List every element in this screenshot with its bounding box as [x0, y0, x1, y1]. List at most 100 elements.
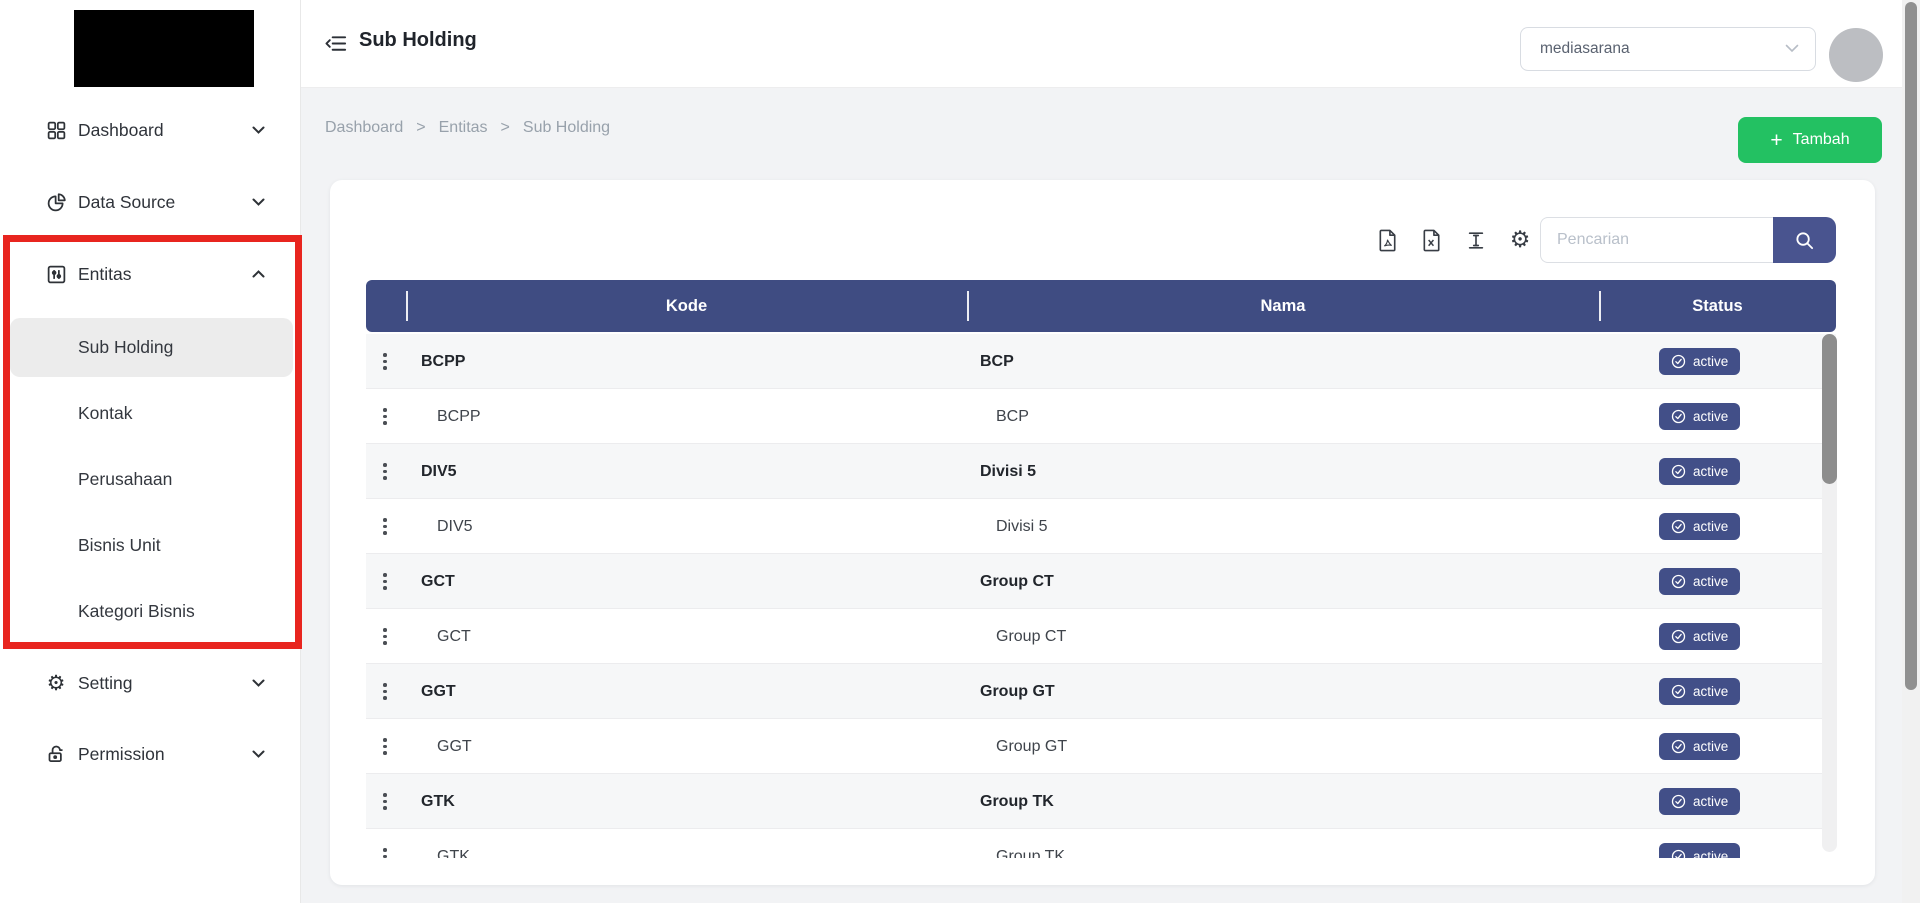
sidebar-collapse-icon[interactable] [325, 32, 349, 56]
page-scrollbar-thumb[interactable] [1905, 2, 1917, 690]
column-header-nama: Nama [967, 280, 1599, 332]
sidebar-subitem-sub-holding[interactable]: Sub Holding [0, 325, 301, 369]
sidebar-item-label: Permission [78, 744, 165, 765]
sidebar-subitem-bisnis-unit[interactable]: Bisnis Unit [0, 523, 301, 567]
check-circle-icon [1671, 739, 1686, 754]
sidebar-item-permission[interactable]: Permission [0, 732, 301, 776]
row-actions-kebab-icon[interactable] [374, 774, 396, 829]
cell-nama: BCP [980, 334, 1014, 389]
row-actions-kebab-icon[interactable] [374, 499, 396, 554]
status-badge: active [1659, 733, 1740, 760]
sliders-icon [44, 262, 68, 286]
cell-nama: Group CT [980, 554, 1054, 609]
row-actions-kebab-icon[interactable] [374, 664, 396, 719]
chevron-up-icon [250, 266, 266, 282]
status-badge-label: active [1693, 794, 1728, 809]
sidebar-item-data-source[interactable]: Data Source [0, 180, 301, 224]
table-row: DIV5Divisi 5active [366, 444, 1836, 499]
table-row: BCPPBCPactive [366, 389, 1836, 444]
cell-nama: Group CT [996, 609, 1066, 664]
chevron-down-icon [250, 122, 266, 138]
sidebar-subitem-kontak[interactable]: Kontak [0, 391, 301, 435]
gear-icon: ⚙︎ [44, 671, 68, 695]
add-button-label: Tambah [1793, 131, 1850, 149]
cell-kode: GCT [421, 554, 455, 609]
row-actions-kebab-icon[interactable] [374, 334, 396, 389]
content-area: Dashboard > Entitas > Sub Holding + Tamb… [301, 88, 1902, 903]
status-badge: active [1659, 568, 1740, 595]
dashboard-grid-icon [44, 118, 68, 142]
check-circle-icon [1671, 684, 1686, 699]
column-header-kode: Kode [406, 280, 967, 332]
unlock-icon [44, 742, 68, 766]
search-input[interactable] [1540, 217, 1773, 263]
breadcrumb-entitas[interactable]: Entitas [439, 119, 488, 137]
table-row: GGT Group GT active [366, 719, 1836, 774]
sidebar-item-setting[interactable]: ⚙︎ Setting [0, 661, 301, 705]
status-badge: active [1659, 513, 1740, 540]
table-settings-gear-icon[interactable]: ⚙︎ [1508, 228, 1532, 252]
cell-nama: Divisi 5 [980, 444, 1036, 499]
status-badge: active [1659, 843, 1740, 858]
page-scrollbar-track[interactable] [1902, 0, 1920, 903]
text-height-icon[interactable] [1464, 228, 1488, 252]
add-tambah-button[interactable]: + Tambah [1738, 117, 1882, 163]
sidebar-subitem-perusahaan[interactable]: Perusahaan [0, 457, 301, 501]
check-circle-icon [1671, 574, 1686, 589]
status-badge: active [1659, 678, 1740, 705]
chevron-down-icon [250, 675, 266, 691]
cell-nama: Divisi 5 [996, 499, 1048, 554]
cell-kode: GGT [437, 719, 472, 774]
cell-kode: BCPP [421, 334, 465, 389]
table-scrollbar-track[interactable] [1822, 334, 1837, 852]
column-header-status: Status [1599, 280, 1836, 332]
row-actions-kebab-icon[interactable] [374, 389, 396, 444]
chevron-down-icon [250, 194, 266, 210]
search-button[interactable] [1773, 217, 1836, 263]
app-logo [74, 10, 254, 87]
status-badge-label: active [1693, 629, 1728, 644]
status-badge-label: active [1693, 464, 1728, 479]
row-actions-kebab-icon[interactable] [374, 554, 396, 609]
table-row: GCT Group CT active [366, 554, 1836, 609]
row-actions-kebab-icon[interactable] [374, 444, 396, 499]
top-header: Sub Holding mediasarana [301, 0, 1902, 88]
subitem-label: Kontak [78, 403, 132, 424]
table-scrollbar-thumb[interactable] [1822, 334, 1837, 484]
status-badge-label: active [1693, 409, 1728, 424]
sidebar-item-entitas[interactable]: Entitas [0, 252, 301, 296]
cell-kode: GTK [437, 829, 470, 858]
plus-icon: + [1770, 130, 1782, 151]
status-badge-label: active [1693, 849, 1728, 858]
table-header: Kode Nama Status [366, 280, 1836, 332]
page-title: Sub Holding [359, 29, 477, 52]
user-avatar[interactable] [1829, 28, 1883, 82]
sidebar-item-dashboard[interactable]: Dashboard [0, 108, 301, 152]
row-actions-kebab-icon[interactable] [374, 609, 396, 664]
cell-kode: GGT [421, 664, 456, 719]
chevron-down-icon [250, 746, 266, 762]
table-scroll-area: Kode Nama Status BCPPBCPactiveBCPPBCPact… [366, 280, 1838, 858]
breadcrumb-current: Sub Holding [523, 119, 610, 137]
table-row: GCT Group CT active [366, 609, 1836, 664]
status-badge-label: active [1693, 739, 1728, 754]
row-actions-kebab-icon[interactable] [374, 829, 396, 858]
table-card: ⚙︎ Kode Nama Status BCPPBCPactiveBCPPBCP… [330, 180, 1875, 885]
breadcrumb-separator: > [416, 119, 425, 137]
cell-nama: Group GT [996, 719, 1067, 774]
workspace-select[interactable]: mediasarana [1520, 27, 1816, 71]
chevron-down-icon [1785, 44, 1799, 53]
check-circle-icon [1671, 519, 1686, 534]
export-pdf-icon[interactable] [1376, 228, 1400, 252]
workspace-select-value: mediasarana [1540, 40, 1630, 58]
breadcrumb-dashboard[interactable]: Dashboard [325, 119, 403, 137]
check-circle-icon [1671, 354, 1686, 369]
sidebar-subitem-kategori-bisnis[interactable]: Kategori Bisnis [0, 589, 301, 633]
breadcrumb: Dashboard > Entitas > Sub Holding [325, 119, 610, 137]
cell-kode: GCT [437, 609, 471, 664]
row-actions-kebab-icon[interactable] [374, 719, 396, 774]
export-excel-icon[interactable] [1420, 228, 1444, 252]
check-circle-icon [1671, 409, 1686, 424]
sidebar-item-label: Dashboard [78, 120, 164, 141]
status-badge: active [1659, 458, 1740, 485]
